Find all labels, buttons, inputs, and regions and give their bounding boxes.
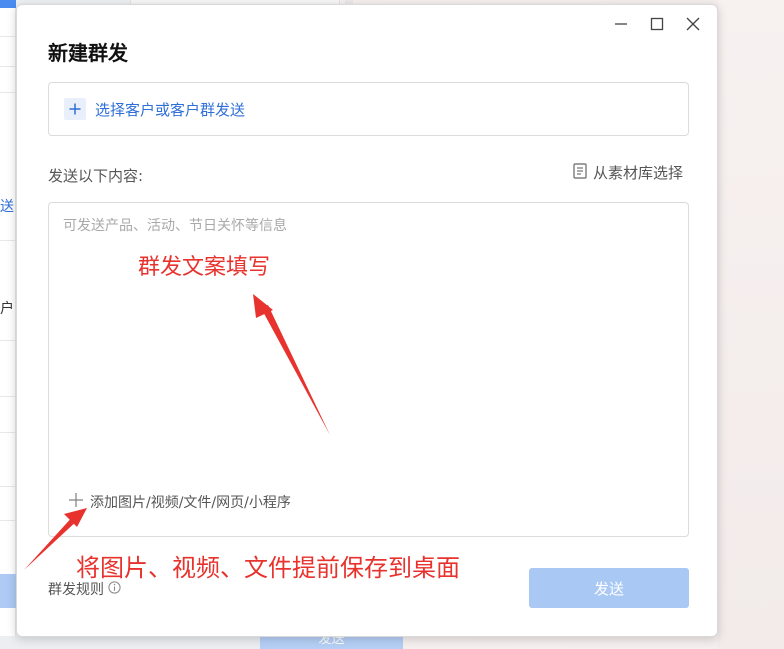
choose-from-material-link[interactable]: 从素材库选择: [573, 162, 683, 183]
background-left-tab: [0, 0, 16, 8]
background-left-button[interactable]: [0, 574, 16, 608]
maximize-icon[interactable]: [639, 11, 675, 37]
add-media-button[interactable]: 添加图片/视频/文件/网页/小程序: [68, 492, 291, 512]
background-left-panel: 送 户: [0, 0, 16, 649]
annotation-save-files: 将图片、视频、文件提前保存到桌面: [76, 554, 460, 582]
background-left-divider: [0, 340, 16, 341]
plus-icon: [68, 492, 84, 512]
material-link-label: 从素材库选择: [592, 164, 683, 182]
dialog-title: 新建群发: [48, 41, 128, 65]
background-left-divider: [0, 92, 16, 93]
window-controls: [603, 11, 711, 37]
background-left-divider: [0, 240, 16, 241]
minimize-icon[interactable]: [603, 11, 639, 37]
annotation-copy-text: 群发文案填写: [138, 255, 271, 280]
background-left-divider: [0, 396, 16, 397]
send-button[interactable]: 发送: [529, 568, 689, 608]
background-left-link[interactable]: 送: [0, 196, 16, 216]
close-icon[interactable]: [675, 11, 711, 37]
plus-icon: [64, 98, 86, 120]
add-media-label: 添加图片/视频/文件/网页/小程序: [90, 495, 291, 511]
background-left-divider: [0, 486, 16, 487]
message-content-input[interactable]: [49, 203, 688, 473]
content-section-label: 发送以下内容:: [48, 167, 144, 185]
background-left-divider: [0, 36, 16, 37]
select-recipients-button[interactable]: 选择客户或客户群发送: [48, 82, 689, 136]
new-broadcast-dialog: 新建群发 选择客户或客户群发送 发送以下内容: 从素材库选择 添加图片/视频/文…: [16, 4, 718, 637]
document-icon: [573, 162, 587, 183]
background-left-text: 户: [0, 301, 14, 317]
select-recipients-label: 选择客户或客户群发送: [95, 100, 246, 119]
background-left-divider: [0, 66, 16, 67]
info-icon: [108, 580, 121, 598]
background-left-divider: [0, 432, 16, 433]
background-bottom-strip: [0, 636, 260, 649]
background-left-divider: [0, 520, 16, 521]
background-right-area: [718, 0, 784, 649]
